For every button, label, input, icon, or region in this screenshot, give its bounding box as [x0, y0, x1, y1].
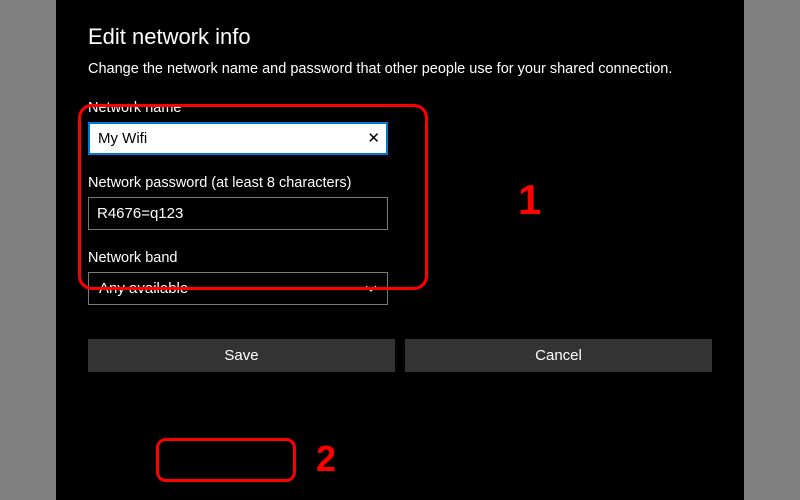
edit-network-dialog: Edit network info Change the network nam…	[56, 0, 744, 500]
dialog-button-row: Save Cancel	[88, 339, 712, 372]
network-name-label: Network name	[88, 100, 712, 116]
dialog-title: Edit network info	[88, 24, 712, 50]
cancel-button[interactable]: Cancel	[405, 339, 712, 372]
network-password-input[interactable]	[88, 197, 388, 230]
network-name-input[interactable]	[88, 122, 388, 155]
network-password-label: Network password (at least 8 characters)	[88, 175, 712, 191]
chevron-down-icon	[365, 282, 377, 294]
clear-icon[interactable]: ✕	[367, 129, 380, 147]
network-band-value: Any available	[99, 280, 188, 297]
network-password-group: Network password (at least 8 characters)	[88, 175, 712, 230]
annotation-box-2	[156, 438, 296, 482]
network-band-label: Network band	[88, 250, 712, 266]
annotation-number-2: 2	[316, 438, 336, 480]
network-name-input-wrap: ✕	[88, 122, 388, 155]
network-band-select[interactable]: Any available	[88, 272, 388, 305]
dialog-description: Change the network name and password tha…	[88, 60, 712, 80]
network-band-group: Network band Any available	[88, 250, 712, 305]
network-name-group: Network name ✕	[88, 100, 712, 155]
save-button[interactable]: Save	[88, 339, 395, 372]
